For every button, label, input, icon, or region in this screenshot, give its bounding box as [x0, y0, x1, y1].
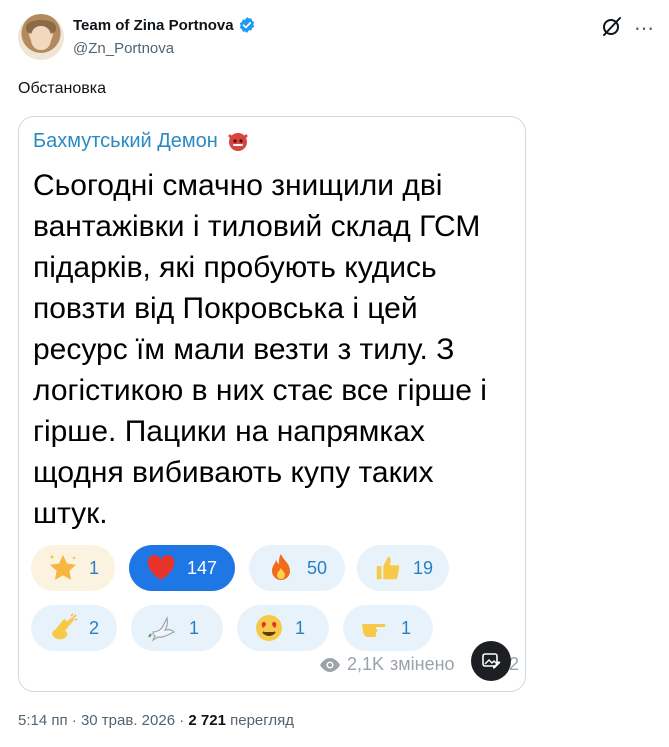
post-time[interactable]: 5:14 пп	[18, 712, 68, 729]
views-total: 2 721	[188, 712, 226, 729]
embedded-post-image[interactable]: Бахмутський Демон Сьогодні смачно знищил…	[18, 116, 526, 692]
demon-icon	[228, 133, 248, 151]
reaction-heart[interactable]: 147	[129, 545, 235, 591]
author-name-row: Team of Zina Portnova	[73, 16, 256, 34]
eye-icon	[320, 657, 340, 672]
tweet-footer: 5:14 пп · 30 трав. 2026 · 2 721 перегляд	[18, 712, 294, 729]
author-name[interactable]: Team of Zina Portnova	[73, 17, 234, 34]
edit-image-icon	[482, 653, 501, 669]
more-options-icon[interactable]: ⋯	[634, 16, 655, 41]
edited-label: змінено	[390, 654, 455, 674]
reaction-count: 1	[88, 557, 99, 578]
reaction-thumbs-up[interactable]: 19	[357, 545, 449, 591]
reaction-count: 19	[412, 557, 433, 578]
author-handle[interactable]: @Zn_Portnova	[73, 40, 174, 57]
reaction-dove[interactable]: 1	[131, 605, 223, 651]
reaction-count: 2	[89, 617, 100, 638]
reaction-count: 1	[295, 617, 306, 638]
separator: ·	[71, 712, 77, 729]
reaction-count: 1	[401, 617, 412, 638]
reaction-fire[interactable]: 50	[249, 545, 345, 591]
heart-eyes-icon	[256, 615, 282, 641]
views-label: перегляд	[230, 712, 295, 729]
channel-name: Бахмутський Демон	[33, 129, 218, 152]
channel-name-row: Бахмутський Демон	[33, 129, 250, 153]
reaction-heart-eyes[interactable]: 1	[237, 605, 329, 651]
author-avatar[interactable]	[18, 14, 64, 60]
post-date[interactable]: 30 трав. 2026	[81, 712, 175, 729]
avatar-face	[31, 26, 51, 50]
reaction-count: 50	[307, 557, 328, 578]
thumbs-up-icon	[376, 556, 400, 580]
reaction-clap[interactable]: 2	[31, 605, 117, 651]
tweet-text: Обстановка	[18, 80, 106, 97]
reaction-count: 147	[187, 557, 218, 578]
verified-badge-icon	[239, 17, 254, 33]
post-meta: 2,1K змінено	[319, 654, 455, 675]
separator: ·	[179, 712, 185, 729]
reaction-star[interactable]: 1	[31, 545, 115, 591]
clap-icon	[52, 613, 78, 640]
post-text: Сьогодні смачно знищили дві вантажівки і…	[33, 169, 487, 530]
star-icon	[49, 555, 76, 580]
heart-icon	[147, 555, 175, 580]
dove-icon	[148, 616, 176, 642]
views-count: 2,1K	[347, 654, 385, 674]
pointing-hand-icon	[362, 624, 386, 637]
fire-icon	[272, 554, 290, 580]
reaction-pointing-hand[interactable]: 1	[343, 605, 433, 651]
edit-image-button[interactable]	[471, 641, 511, 681]
reaction-count: 1	[189, 617, 200, 638]
grok-icon[interactable]	[600, 14, 624, 38]
